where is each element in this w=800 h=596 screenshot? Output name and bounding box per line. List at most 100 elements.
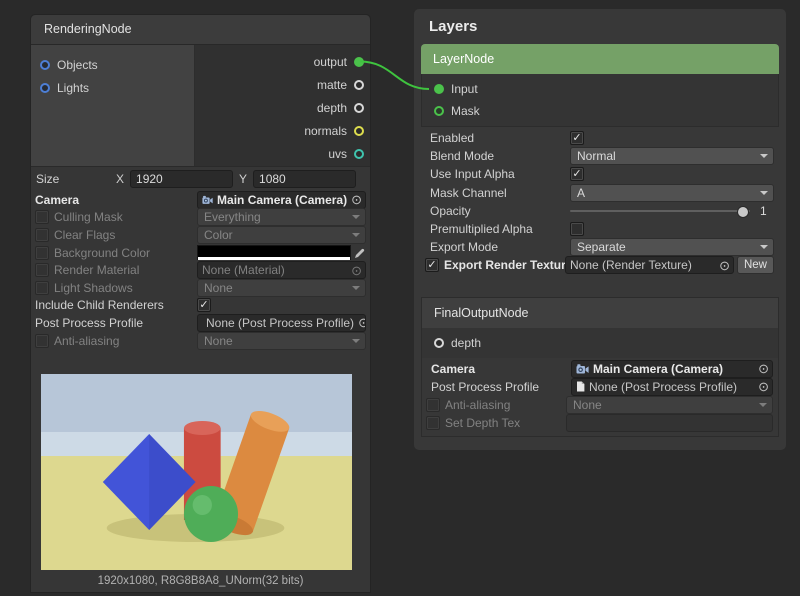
final-depth-port-dot-icon[interactable]	[434, 338, 444, 348]
mask-port-dot-icon[interactable]	[434, 106, 444, 116]
render-material-object-picker-icon[interactable]: ⊙	[351, 264, 362, 277]
culling-mask-override-checkbox[interactable]	[35, 210, 49, 224]
export-render-texture-object-picker-icon[interactable]: ⊙	[719, 259, 730, 272]
final-anti-aliasing-override-checkbox[interactable]	[426, 398, 440, 412]
row-export-mode: Export Mode Separate	[423, 238, 777, 256]
port-normals[interactable]: normals	[195, 119, 370, 142]
row-opacity: Opacity 1	[423, 202, 777, 220]
rendering-node-titlebar[interactable]: RenderingNode	[31, 15, 370, 45]
background-color-label: Background Color	[54, 246, 150, 260]
include-child-renderers-checkbox[interactable]	[197, 298, 211, 312]
port-lights[interactable]: Lights	[31, 76, 194, 99]
port-output[interactable]: output	[195, 50, 370, 73]
chevron-down-icon	[352, 286, 360, 290]
port-uvs[interactable]: uvs	[195, 142, 370, 165]
clear-flags-override-checkbox[interactable]	[35, 228, 49, 242]
final-output-node-titlebar[interactable]: FinalOutputNode	[422, 298, 778, 328]
enabled-checkbox[interactable]	[570, 131, 584, 145]
export-mode-label: Export Mode	[430, 240, 498, 254]
row-enabled: Enabled	[423, 129, 777, 147]
final-camera-object-picker-icon[interactable]: ⊙	[758, 362, 769, 375]
final-camera-label: Camera	[431, 362, 475, 376]
culling-mask-dropdown[interactable]: Everything	[197, 208, 366, 226]
eyedropper-icon[interactable]	[354, 247, 366, 259]
final-post-process-profile-object-field[interactable]: None (Post Process Profile) ⊙	[571, 378, 773, 396]
blend-mode-dropdown[interactable]: Normal	[570, 147, 774, 165]
layer-node-card: LayerNode Input Mask Enabled Blend	[421, 44, 779, 275]
matte-port-dot-icon[interactable]	[354, 80, 364, 90]
culling-mask-value: Everything	[204, 210, 261, 224]
camera-object-picker-icon[interactable]: ⊙	[351, 193, 362, 206]
render-material-value: None (Material)	[202, 263, 285, 277]
blend-mode-value: Normal	[577, 149, 616, 163]
light-shadows-override-checkbox[interactable]	[35, 281, 49, 295]
clear-flags-dropdown[interactable]: Color	[197, 226, 366, 244]
rendering-node-properties: Camera Main Camera (Camera) ⊙	[31, 188, 370, 349]
post-process-profile-object-picker-icon[interactable]: ⊙	[358, 316, 366, 329]
layer-node-titlebar[interactable]: LayerNode	[421, 44, 779, 74]
new-render-texture-button[interactable]: New	[737, 256, 774, 274]
post-process-profile-object-field[interactable]: None (Post Process Profile) ⊙	[197, 314, 366, 332]
port-final-depth[interactable]: depth	[422, 332, 778, 354]
anti-aliasing-dropdown[interactable]: None	[197, 332, 366, 350]
mask-channel-value: A	[577, 186, 585, 200]
light-shadows-dropdown[interactable]: None	[197, 279, 366, 297]
layer-node-ports: Input Mask	[421, 74, 779, 127]
export-mode-dropdown[interactable]: Separate	[570, 238, 774, 256]
camera-label: Camera	[35, 193, 79, 207]
row-include-child-renderers: Include Child Renderers	[35, 297, 366, 315]
port-matte[interactable]: matte	[195, 73, 370, 96]
row-post-process-profile: Post Process Profile None (Post Process …	[35, 314, 366, 332]
lights-port-label: Lights	[57, 81, 89, 95]
final-post-process-profile-value: None (Post Process Profile)	[589, 380, 737, 394]
premultiplied-alpha-checkbox[interactable]	[570, 222, 584, 236]
port-mask[interactable]: Mask	[422, 100, 778, 122]
opacity-slider[interactable]	[570, 203, 750, 219]
final-anti-aliasing-value: None	[573, 398, 602, 412]
anti-aliasing-override-checkbox[interactable]	[35, 334, 49, 348]
final-post-process-profile-object-picker-icon[interactable]: ⊙	[758, 380, 769, 393]
opacity-value: 1	[760, 204, 774, 218]
chevron-down-icon	[760, 191, 768, 195]
node-graph-canvas[interactable]: RenderingNode Objects Lights output	[0, 0, 800, 596]
row-mask-channel: Mask Channel A	[423, 184, 777, 202]
render-material-object-field[interactable]: None (Material) ⊙	[197, 261, 366, 279]
size-y-field[interactable]: 1080	[253, 170, 356, 188]
final-anti-aliasing-dropdown[interactable]: None	[566, 396, 773, 414]
preview-caption: 1920x1080, R8G8B8A8_UNorm(32 bits)	[31, 575, 370, 587]
export-render-texture-object-field[interactable]: None (Render Texture) ⊙	[565, 256, 734, 274]
depth-port-dot-icon[interactable]	[354, 103, 364, 113]
opacity-slider-knob[interactable]	[737, 206, 749, 218]
port-depth[interactable]: depth	[195, 96, 370, 119]
use-input-alpha-checkbox[interactable]	[570, 167, 584, 181]
background-color-swatch[interactable]	[197, 245, 351, 260]
size-x-label: X	[114, 172, 126, 186]
lights-port-dot-icon[interactable]	[40, 83, 50, 93]
port-objects[interactable]: Objects	[31, 53, 194, 76]
new-button-label: New	[744, 259, 767, 271]
export-render-texture-checkbox[interactable]	[425, 258, 439, 272]
output-port-dot-icon[interactable]	[354, 57, 364, 67]
output-ports-area: output matte depth normals uvs	[195, 45, 370, 166]
size-x-field[interactable]: 1920	[130, 170, 233, 188]
preview-green-sphere	[184, 486, 238, 542]
premultiplied-alpha-label: Premultiplied Alpha	[430, 222, 533, 236]
normals-port-dot-icon[interactable]	[354, 126, 364, 136]
objects-port-dot-icon[interactable]	[40, 60, 50, 70]
rendering-node: RenderingNode Objects Lights output	[30, 14, 371, 593]
render-material-override-checkbox[interactable]	[35, 263, 49, 277]
set-depth-tex-checkbox[interactable]	[426, 416, 440, 430]
final-output-node-card: FinalOutputNode depth Camera	[421, 297, 779, 438]
row-use-input-alpha: Use Input Alpha	[423, 165, 777, 183]
row-export-render-texture: Export Render Texture None (Render Textu…	[423, 256, 777, 274]
camera-object-field[interactable]: Main Camera (Camera) ⊙	[197, 191, 366, 209]
final-camera-object-field[interactable]: Main Camera (Camera) ⊙	[571, 360, 773, 378]
row-clear-flags: Clear Flags Color	[35, 226, 366, 244]
uvs-port-dot-icon[interactable]	[354, 149, 364, 159]
input-port-dot-icon[interactable]	[434, 84, 444, 94]
size-y-value: 1080	[259, 172, 286, 186]
background-color-override-checkbox[interactable]	[35, 246, 49, 260]
port-input[interactable]: Input	[422, 78, 778, 100]
mask-channel-dropdown[interactable]: A	[570, 184, 774, 202]
mask-port-label: Mask	[451, 104, 480, 118]
